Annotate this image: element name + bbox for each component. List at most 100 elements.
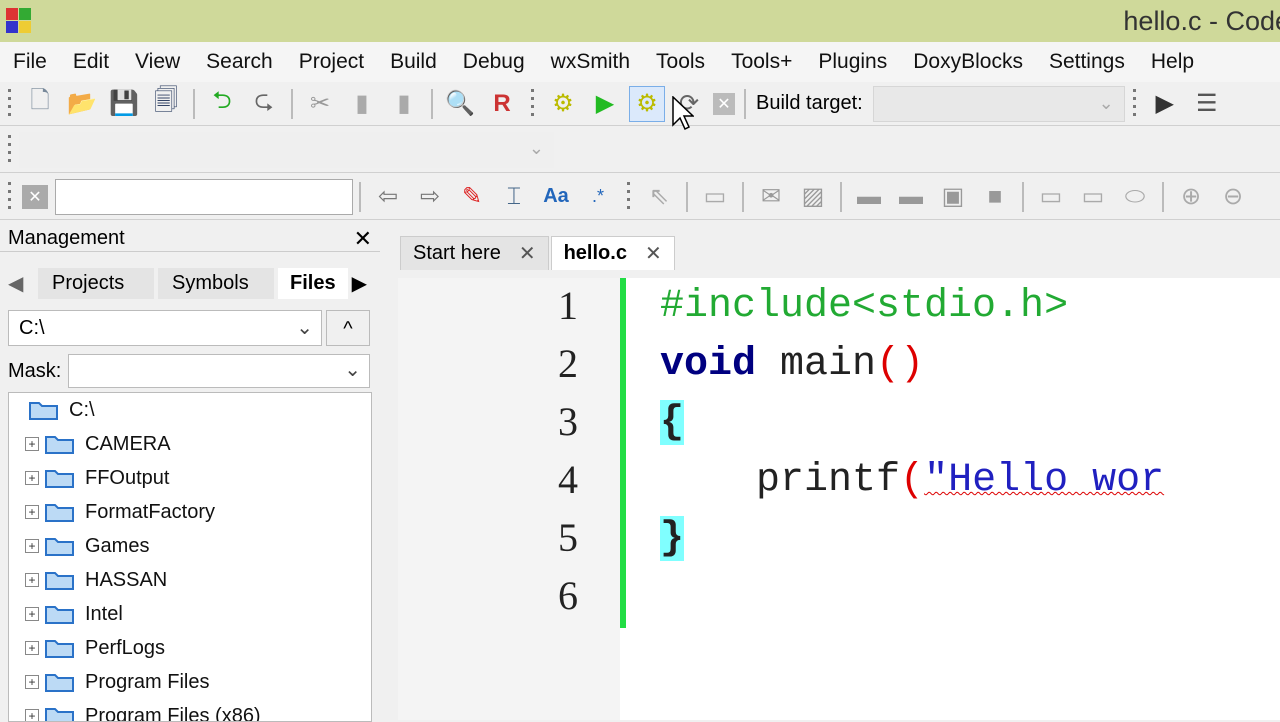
tree-folder[interactable]: +PerfLogs: [25, 633, 165, 663]
menu-tools[interactable]: Tools: [643, 50, 718, 74]
tab-start-here[interactable]: Start here✕: [400, 236, 549, 270]
folder-label: Games: [85, 535, 149, 558]
pointer-icon[interactable]: ⇖: [641, 179, 677, 215]
tab-scroll-left-icon[interactable]: ◀: [8, 271, 38, 296]
find-previous-icon[interactable]: ⇦: [370, 179, 406, 215]
expand-icon[interactable]: +: [25, 709, 39, 722]
tree-folder[interactable]: + Games: [25, 531, 149, 561]
clear-icon[interactable]: ✕: [22, 185, 48, 209]
save-all-icon[interactable]: 🗐: [148, 86, 184, 122]
toolbar-grip[interactable]: [8, 89, 11, 119]
close-icon[interactable]: ✕: [519, 241, 536, 266]
match-case-icon[interactable]: Aa: [538, 179, 574, 215]
menu-edit[interactable]: Edit: [60, 50, 122, 74]
shape-left-icon[interactable]: ▭: [1075, 179, 1111, 215]
close-icon[interactable]: ✕: [645, 241, 662, 266]
menu-project[interactable]: Project: [286, 50, 377, 74]
menu-doxyblocks[interactable]: DoxyBlocks: [900, 50, 1036, 74]
build-target-select[interactable]: ⌄: [873, 86, 1125, 122]
tree-folder[interactable]: +Program Files: [25, 667, 209, 697]
expand-icon[interactable]: +: [25, 539, 39, 553]
tab-hello-c[interactable]: hello.c✕: [551, 236, 675, 270]
tab-projects[interactable]: Projects: [38, 268, 154, 299]
tab-symbols[interactable]: Symbols: [158, 268, 274, 299]
find-icon[interactable]: 🔍: [442, 86, 478, 122]
parent-folder-button[interactable]: ^: [326, 310, 370, 346]
zoom-in-icon[interactable]: ⊕: [1173, 179, 1209, 215]
expand-icon[interactable]: +: [25, 437, 39, 451]
run-to-cursor-icon[interactable]: ☰: [1189, 86, 1225, 122]
zoom-out-icon[interactable]: ⊖: [1215, 179, 1251, 215]
expand-icon[interactable]: +: [25, 607, 39, 621]
scope-select[interactable]: ⌄: [19, 132, 554, 168]
tree-root[interactable]: C:\: [29, 395, 95, 425]
debug-run-icon[interactable]: ▶: [1147, 86, 1183, 122]
paste-icon[interactable]: ▮: [386, 86, 422, 122]
expand-icon[interactable]: +: [25, 573, 39, 587]
menu-debug[interactable]: Debug: [450, 50, 538, 74]
menu-plugins[interactable]: Plugins: [805, 50, 900, 74]
expand-icon[interactable]: +: [25, 471, 39, 485]
run-icon[interactable]: ▶: [587, 86, 623, 122]
menu-build[interactable]: Build: [377, 50, 450, 74]
build-gear-icon[interactable]: ⚙: [545, 86, 581, 122]
mouse-cursor-icon: [672, 96, 694, 137]
toolbar-grip[interactable]: [1133, 89, 1136, 119]
undo-icon[interactable]: ⮌: [204, 86, 240, 122]
paren: (): [876, 342, 924, 387]
redo-icon[interactable]: ⮎: [246, 86, 282, 122]
expand-icon[interactable]: +: [25, 675, 39, 689]
rectangle-icon[interactable]: ▭: [697, 179, 733, 215]
code-editor[interactable]: 1 2 3 4 5 6 #include<stdio.h> void main(…: [398, 278, 1280, 720]
tree-folder[interactable]: + Program Files (x86): [25, 701, 261, 722]
selected-text-icon[interactable]: ⌶: [496, 179, 532, 215]
folder-icon: [45, 434, 75, 454]
layout-bottom-icon[interactable]: ▬: [893, 179, 929, 215]
highlight-icon[interactable]: ✎: [454, 179, 490, 215]
abort-icon[interactable]: ✕: [713, 93, 735, 115]
envelope-icon[interactable]: ✉: [753, 179, 789, 215]
close-icon[interactable]: ✕: [354, 226, 372, 252]
copy-icon[interactable]: ▮: [344, 86, 380, 122]
regex-icon[interactable]: .*: [580, 179, 616, 215]
tree-folder[interactable]: +Intel: [25, 599, 123, 629]
menu-wxsmith[interactable]: wxSmith: [538, 50, 643, 74]
menu-search[interactable]: Search: [193, 50, 286, 74]
tree-folder[interactable]: +CAMERA: [25, 429, 171, 459]
shape-both-icon[interactable]: ⬭: [1117, 179, 1153, 215]
shape-right-icon[interactable]: ▭: [1033, 179, 1069, 215]
layout-side-icon[interactable]: ▣: [935, 179, 971, 215]
menu-view[interactable]: View: [122, 50, 193, 74]
toolbar-grip[interactable]: [8, 135, 11, 165]
menu-help[interactable]: Help: [1138, 50, 1207, 74]
toolbar-grip[interactable]: [531, 89, 534, 119]
replace-icon[interactable]: R: [484, 86, 520, 122]
expand-icon[interactable]: +: [25, 505, 39, 519]
tab-scroll-right-icon[interactable]: ▶: [352, 271, 367, 296]
tab-files[interactable]: Files: [278, 268, 348, 299]
search-input[interactable]: [55, 179, 353, 215]
layout-top-icon[interactable]: ▬: [851, 179, 887, 215]
path-select[interactable]: C:\ ⌄: [8, 310, 322, 346]
toolbar-grip[interactable]: [8, 182, 11, 212]
expand-icon[interactable]: +: [25, 641, 39, 655]
menu-tools-plus[interactable]: Tools+: [718, 50, 805, 74]
separator: [291, 89, 293, 119]
tree-folder[interactable]: +FormatFactory: [25, 497, 215, 527]
code-completion-toolbar: ⌄: [0, 127, 1280, 173]
open-folder-icon[interactable]: 📂: [64, 86, 100, 122]
layout-full-icon[interactable]: ■: [977, 179, 1013, 215]
mask-input[interactable]: ⌄: [68, 354, 370, 388]
find-next-icon[interactable]: ⇨: [412, 179, 448, 215]
save-icon[interactable]: 💾: [106, 86, 142, 122]
build-and-run-icon[interactable]: ⚙: [629, 86, 665, 122]
menu-file[interactable]: File: [0, 50, 60, 74]
tree-folder[interactable]: +FFOutput: [25, 463, 169, 493]
folder-label: Program Files (x86): [85, 705, 261, 722]
menu-settings[interactable]: Settings: [1036, 50, 1138, 74]
tree-folder[interactable]: +HASSAN: [25, 565, 167, 595]
toolbar-grip[interactable]: [627, 182, 630, 212]
cut-icon[interactable]: ✂: [302, 86, 338, 122]
label-icon[interactable]: ▨: [795, 179, 831, 215]
new-file-icon[interactable]: 🗋: [22, 86, 58, 122]
